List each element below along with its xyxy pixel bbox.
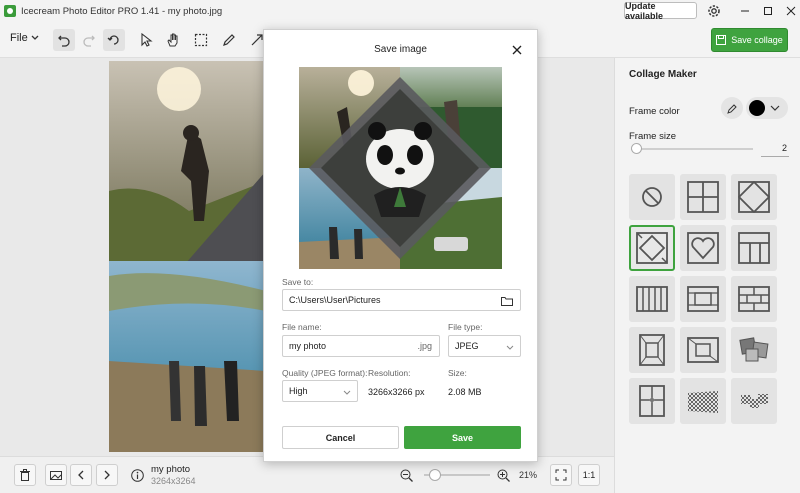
select-icon[interactable] bbox=[190, 29, 212, 51]
actual-size-button[interactable]: 1:1 bbox=[578, 464, 600, 486]
pen-icon[interactable] bbox=[218, 29, 240, 51]
layout-grid bbox=[629, 174, 777, 424]
next-photo-button[interactable] bbox=[96, 464, 118, 486]
quality-select[interactable]: High bbox=[282, 380, 358, 402]
save-to-path: C:\Users\User\Pictures bbox=[289, 295, 381, 305]
zoom-percent: 21% bbox=[519, 470, 538, 480]
chevron-down-icon bbox=[770, 105, 780, 111]
layout-grid-2x2[interactable] bbox=[680, 174, 726, 220]
frame-color-swatch bbox=[749, 100, 765, 116]
size-label: Size: bbox=[448, 368, 467, 378]
zoom-out-icon[interactable] bbox=[400, 469, 413, 485]
fit-screen-icon[interactable] bbox=[550, 464, 572, 486]
zoom-in-icon[interactable] bbox=[497, 469, 510, 485]
layout-columns[interactable] bbox=[629, 276, 675, 322]
dialog-title: Save image bbox=[374, 44, 427, 55]
file-name-value: my photo bbox=[289, 341, 327, 351]
save-to-label: Save to: bbox=[282, 277, 314, 287]
layout-center-frame[interactable] bbox=[680, 327, 726, 373]
previous-photo-button[interactable] bbox=[70, 464, 92, 486]
file-name-label: File name: bbox=[282, 322, 322, 332]
chevron-down-icon bbox=[506, 345, 514, 350]
save-collage-button[interactable]: Save collage bbox=[711, 28, 788, 52]
minimize-button[interactable] bbox=[736, 2, 754, 20]
resolution-value: 3266x3266 px bbox=[368, 387, 425, 397]
quality-value: High bbox=[289, 386, 308, 396]
file-menu[interactable]: File bbox=[10, 32, 39, 44]
pointer-icon[interactable] bbox=[135, 29, 157, 51]
hand-icon[interactable] bbox=[162, 29, 184, 51]
size-value: 2.08 MB bbox=[448, 387, 482, 397]
panel-title: Collage Maker bbox=[629, 69, 697, 80]
cancel-button[interactable]: Cancel bbox=[282, 426, 399, 449]
save-collage-label: Save collage bbox=[731, 35, 783, 45]
title-bar: Icecream Photo Editor PRO 1.41 - my phot… bbox=[0, 0, 800, 22]
save-image-dialog: Save image Save to: C:\Users\User\Pictur… bbox=[263, 29, 538, 462]
layout-scatter[interactable] bbox=[731, 378, 777, 424]
quality-label: Quality (JPEG format): bbox=[282, 368, 368, 378]
update-available-button[interactable]: Update available bbox=[624, 1, 697, 21]
file-extension: .jpg bbox=[417, 341, 432, 351]
collage-maker-panel: Collage Maker Frame color Frame size 2 bbox=[614, 58, 800, 493]
redo-icon[interactable] bbox=[78, 29, 100, 51]
file-type-label: File type: bbox=[448, 322, 483, 332]
layout-split[interactable] bbox=[629, 378, 675, 424]
collage-canvas[interactable] bbox=[109, 61, 266, 452]
zoom-slider-thumb[interactable] bbox=[429, 469, 441, 481]
layout-mosaic[interactable] bbox=[680, 276, 726, 322]
close-window-button[interactable] bbox=[782, 2, 800, 20]
layout-ornate-frame[interactable] bbox=[629, 327, 675, 373]
collage-image bbox=[109, 61, 266, 452]
layout-grid-tall[interactable] bbox=[731, 225, 777, 271]
layout-diamond-frame-selected[interactable] bbox=[629, 225, 675, 271]
window-title: Icecream Photo Editor PRO 1.41 - my phot… bbox=[21, 5, 223, 17]
photo-dimensions: 3264x3264 bbox=[151, 476, 196, 486]
layout-heart[interactable] bbox=[680, 225, 726, 271]
photo-name: my photo bbox=[151, 464, 191, 475]
gallery-icon[interactable] bbox=[45, 464, 67, 486]
folder-icon[interactable] bbox=[501, 296, 513, 306]
file-name-field[interactable]: my photo .jpg bbox=[282, 335, 440, 357]
eyedropper-icon[interactable] bbox=[721, 97, 743, 119]
frame-size-input[interactable]: 2 bbox=[761, 142, 789, 157]
maximize-button[interactable] bbox=[759, 2, 777, 20]
layout-bricks[interactable] bbox=[731, 276, 777, 322]
layout-diamond[interactable] bbox=[731, 174, 777, 220]
layout-none[interactable] bbox=[629, 174, 675, 220]
save-to-field[interactable]: C:\Users\User\Pictures bbox=[282, 289, 521, 311]
frame-size-slider-track[interactable] bbox=[631, 148, 753, 150]
rotate-icon[interactable] bbox=[103, 29, 125, 51]
save-button[interactable]: Save bbox=[404, 426, 521, 449]
layout-checker[interactable] bbox=[680, 378, 726, 424]
undo-icon[interactable] bbox=[53, 29, 75, 51]
settings-gear-icon[interactable] bbox=[706, 3, 722, 19]
frame-size-slider-thumb[interactable] bbox=[631, 143, 642, 154]
file-type-select[interactable]: JPEG bbox=[448, 335, 521, 357]
layout-polaroid[interactable] bbox=[731, 327, 777, 373]
trash-icon[interactable] bbox=[14, 464, 36, 486]
frame-color-picker[interactable] bbox=[746, 97, 788, 119]
file-menu-label: File bbox=[10, 32, 28, 44]
chevron-down-icon bbox=[31, 35, 39, 40]
collage-preview bbox=[299, 67, 502, 269]
frame-size-label: Frame size bbox=[629, 131, 676, 142]
app-logo-icon bbox=[4, 5, 16, 17]
save-icon bbox=[716, 35, 727, 45]
file-type-value: JPEG bbox=[455, 341, 479, 351]
info-icon[interactable] bbox=[131, 469, 144, 482]
resolution-label: Resolution: bbox=[368, 368, 411, 378]
frame-color-label: Frame color bbox=[629, 106, 680, 117]
dialog-close-icon[interactable] bbox=[511, 44, 523, 56]
chevron-down-icon bbox=[343, 390, 351, 395]
